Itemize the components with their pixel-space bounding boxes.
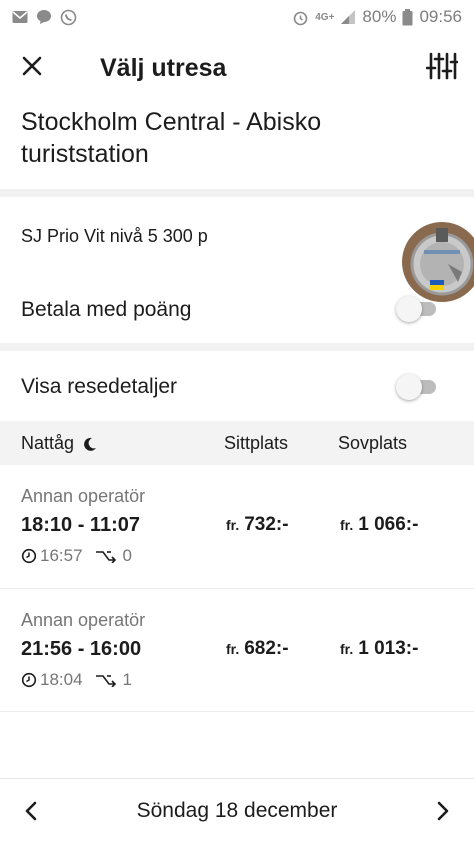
status-bar: 4G+ 80% 09:56 bbox=[0, 0, 474, 34]
whatsapp-icon bbox=[60, 9, 77, 25]
column-seat: Sittplats bbox=[224, 433, 289, 453]
trip-duration: 16:57 bbox=[40, 546, 83, 565]
clock-icon bbox=[21, 548, 37, 564]
section-divider bbox=[0, 343, 474, 351]
medal-image-icon bbox=[402, 222, 474, 302]
column-night-train-label: Nattåg bbox=[21, 433, 75, 453]
pay-with-points-toggle[interactable] bbox=[396, 295, 438, 323]
sleeper-price-prefix: fr. bbox=[340, 641, 354, 657]
close-icon bbox=[22, 56, 42, 76]
sleeper-price-value: 1 066:- bbox=[358, 514, 419, 535]
trip-meta: 18:04 1 bbox=[21, 670, 132, 690]
sleeper-price-prefix: fr. bbox=[340, 517, 354, 533]
section-divider bbox=[0, 189, 474, 197]
close-button[interactable] bbox=[18, 52, 46, 80]
network-type: 4G+ bbox=[315, 11, 335, 23]
seat-price-prefix: fr. bbox=[226, 517, 240, 533]
trip-row[interactable]: Annan operatör 18:10 - 11:07 16:57 0 fr.… bbox=[0, 466, 474, 590]
date-navigation: Söndag 18 december bbox=[0, 778, 474, 842]
prio-level: SJ Prio Vit nivå 5 300 p bbox=[21, 226, 208, 246]
trip-duration: 18:04 bbox=[40, 670, 83, 689]
chat-icon bbox=[37, 10, 51, 24]
seat-price[interactable]: fr. 732:- bbox=[226, 514, 289, 536]
filter-button[interactable] bbox=[425, 50, 459, 82]
trip-meta: 16:57 0 bbox=[21, 546, 132, 566]
trip-operator: Annan operatör bbox=[21, 486, 146, 506]
trip-changes: 1 bbox=[122, 670, 133, 689]
row-divider bbox=[0, 588, 474, 589]
seat-price[interactable]: fr. 682:- bbox=[226, 638, 289, 660]
pay-with-points-label: Betala med poäng bbox=[21, 298, 192, 321]
route-title: Stockholm Central - Abisko turiststation bbox=[21, 108, 322, 168]
column-sleeper: Sovplats bbox=[338, 433, 408, 453]
column-night-train: Nattåg bbox=[21, 433, 98, 454]
selected-date: Söndag 18 december bbox=[136, 799, 338, 822]
clock-icon bbox=[21, 672, 37, 688]
toggle-knob bbox=[396, 374, 422, 400]
sleeper-price-value: 1 013:- bbox=[358, 638, 419, 659]
signal-icon bbox=[341, 10, 356, 24]
app-header: Välj utresa bbox=[0, 40, 474, 96]
seat-price-value: 682:- bbox=[244, 638, 289, 659]
page-title: Välj utresa bbox=[100, 54, 227, 82]
show-details-label: Visa resedetaljer bbox=[21, 375, 178, 398]
trip-changes: 0 bbox=[122, 546, 133, 565]
sleeper-price[interactable]: fr. 1 066:- bbox=[340, 514, 418, 536]
trip-times: 21:56 - 16:00 bbox=[21, 638, 142, 660]
trip-operator: Annan operatör bbox=[21, 610, 146, 630]
battery-percent: 80% bbox=[362, 7, 397, 26]
transfer-icon bbox=[95, 675, 116, 687]
mail-icon bbox=[12, 11, 28, 23]
table-header: Nattåg Sittplats Sovplats bbox=[0, 421, 474, 465]
battery-icon bbox=[402, 8, 413, 25]
seat-price-prefix: fr. bbox=[226, 641, 240, 657]
transfer-icon bbox=[95, 551, 116, 563]
notification-icons bbox=[12, 9, 77, 26]
seat-price-value: 732:- bbox=[244, 514, 289, 535]
moon-icon bbox=[84, 437, 97, 451]
filter-sliders-icon bbox=[425, 52, 459, 80]
alarm-icon bbox=[293, 11, 308, 25]
clock-time: 09:56 bbox=[419, 7, 462, 26]
chevron-right-icon[interactable] bbox=[430, 799, 454, 823]
row-divider bbox=[0, 711, 474, 712]
trip-times: 18:10 - 11:07 bbox=[21, 514, 140, 536]
avatar[interactable] bbox=[402, 222, 474, 302]
system-status: 4G+ 80% 09:56 bbox=[292, 7, 462, 27]
sleeper-price[interactable]: fr. 1 013:- bbox=[340, 638, 418, 660]
trip-row[interactable]: Annan operatör 21:56 - 16:00 18:04 1 fr.… bbox=[0, 590, 474, 714]
show-details-toggle[interactable] bbox=[396, 373, 438, 401]
toggle-knob bbox=[396, 296, 422, 322]
